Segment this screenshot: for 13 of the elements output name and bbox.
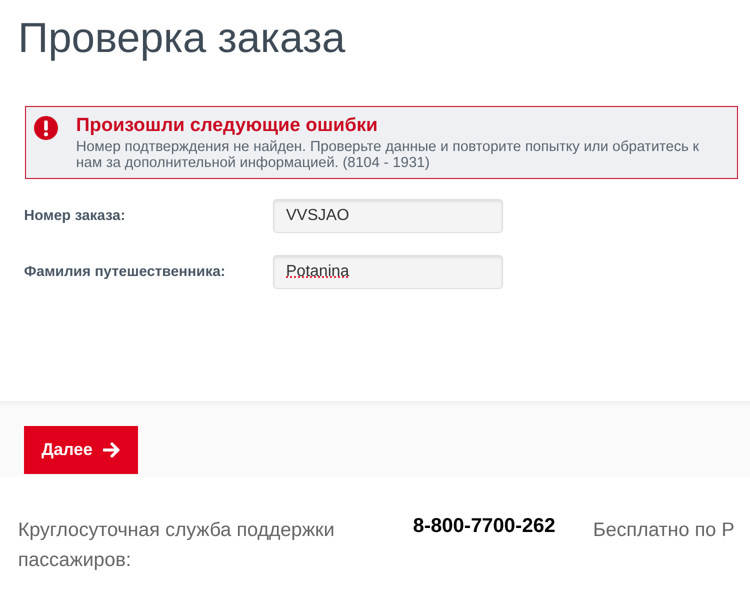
field-label: Номер заказа: xyxy=(24,208,126,224)
input-field[interactable]: Potanina xyxy=(273,255,503,289)
arrow-right-icon xyxy=(102,442,121,458)
next-button[interactable]: Далее xyxy=(24,426,138,474)
phone-number: 8-800-7700-262 xyxy=(413,515,556,538)
error-message: Номер подтверждения не найден. Проверьте данные и повторите попытку или обратитесь к нам за дополнительной информацией. (8104 - 1931) xyxy=(76,139,700,171)
support-label: Круглосуточная служба поддержки пассажиров: xyxy=(18,518,336,573)
exclamation-icon xyxy=(34,116,58,140)
error-title: Произошли следующие ошибки xyxy=(76,115,379,137)
page-title: Проверка заказа xyxy=(17,13,346,63)
input-field[interactable]: VVSJAO xyxy=(273,199,503,233)
support-note: Бесплатно по Р xyxy=(593,518,735,543)
field-label: Фамилия путешественника: xyxy=(24,264,226,280)
